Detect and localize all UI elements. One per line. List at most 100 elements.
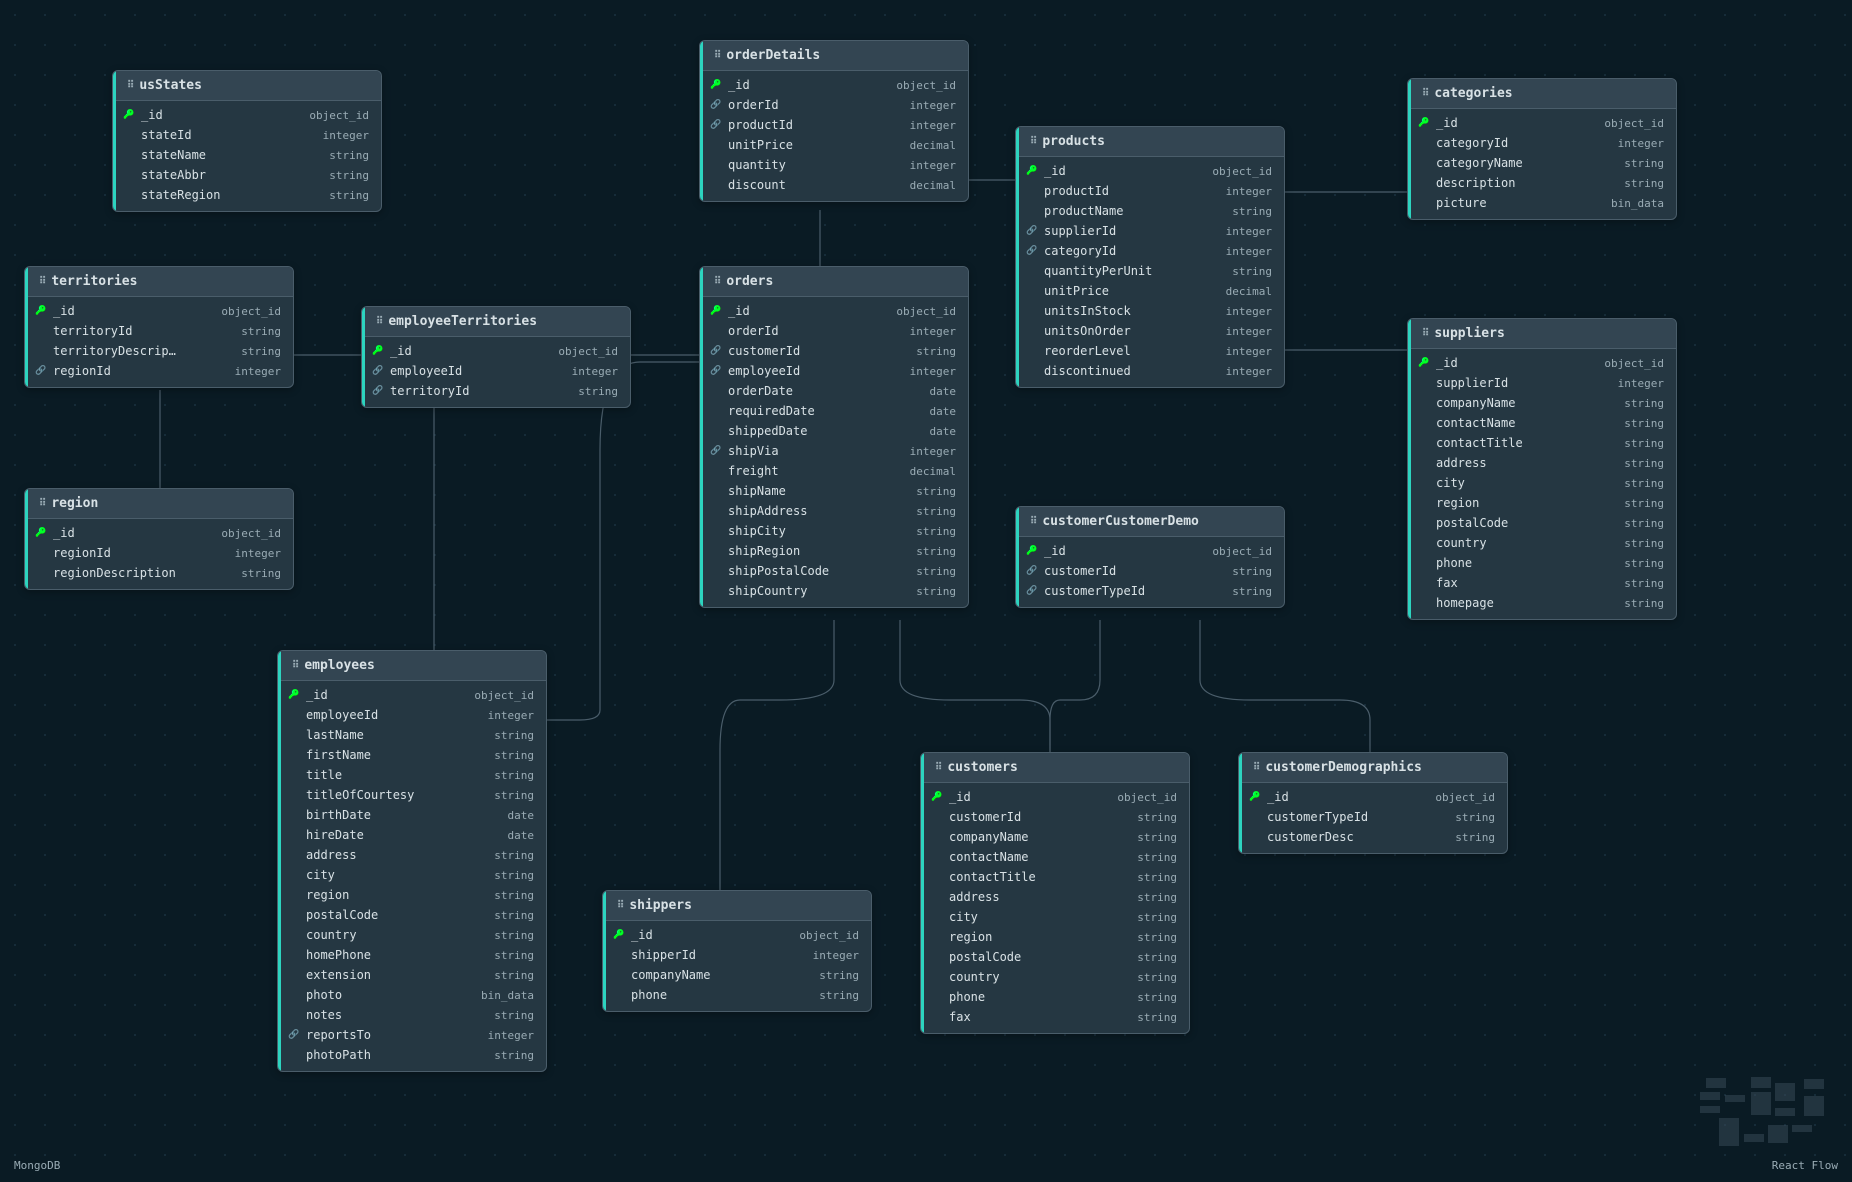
table-column[interactable]: shipNamestring xyxy=(700,481,968,501)
drag-handle-icon[interactable]: ⠿ xyxy=(39,276,45,287)
table-column[interactable]: unitPricedecimal xyxy=(1016,281,1284,301)
table-column[interactable]: firstNamestring xyxy=(278,745,546,765)
table-column[interactable]: 🔗productIdinteger xyxy=(700,115,968,135)
table-column[interactable]: stateRegionstring xyxy=(113,185,381,205)
table-column[interactable]: 🔑_idobject_id xyxy=(700,75,968,95)
table-column[interactable]: freightdecimal xyxy=(700,461,968,481)
table-column[interactable]: phonestring xyxy=(1408,553,1676,573)
table-column[interactable]: homePhonestring xyxy=(278,945,546,965)
table-header[interactable]: ⠿categories xyxy=(1408,79,1676,109)
table-column[interactable]: productIdinteger xyxy=(1016,181,1284,201)
table-column[interactable]: categoryIdinteger xyxy=(1408,133,1676,153)
table-column[interactable]: unitPricedecimal xyxy=(700,135,968,155)
table-column[interactable]: 🔗customerTypeIdstring xyxy=(1016,581,1284,601)
table-orderDetails[interactable]: ⠿orderDetails🔑_idobject_id🔗orderIdintege… xyxy=(699,40,969,202)
table-header[interactable]: ⠿employees xyxy=(278,651,546,681)
table-header[interactable]: ⠿customerCustomerDemo xyxy=(1016,507,1284,537)
drag-handle-icon[interactable]: ⠿ xyxy=(1422,328,1428,339)
table-column[interactable]: companyNamestring xyxy=(603,965,871,985)
table-column[interactable]: shipPostalCodestring xyxy=(700,561,968,581)
table-column[interactable]: 🔑_idobject_id xyxy=(1239,787,1507,807)
table-header[interactable]: ⠿orderDetails xyxy=(700,41,968,71)
table-column[interactable]: extensionstring xyxy=(278,965,546,985)
table-column[interactable]: 🔗reportsTointeger xyxy=(278,1025,546,1045)
table-region[interactable]: ⠿region🔑_idobject_idregionIdintegerregio… xyxy=(24,488,294,590)
table-header[interactable]: ⠿orders xyxy=(700,267,968,297)
table-column[interactable]: 🔑_idobject_id xyxy=(1016,161,1284,181)
table-column[interactable]: countrystring xyxy=(921,967,1189,987)
table-column[interactable]: shipAddressstring xyxy=(700,501,968,521)
table-column[interactable]: customerIdstring xyxy=(921,807,1189,827)
table-column[interactable]: regionDescriptionstring xyxy=(25,563,293,583)
table-column[interactable]: 🔗regionIdinteger xyxy=(25,361,293,381)
table-column[interactable]: addressstring xyxy=(1408,453,1676,473)
table-column[interactable]: citystring xyxy=(1408,473,1676,493)
table-column[interactable]: titlestring xyxy=(278,765,546,785)
table-column[interactable]: shipperIdinteger xyxy=(603,945,871,965)
table-column[interactable]: countrystring xyxy=(278,925,546,945)
table-column[interactable]: contactNamestring xyxy=(921,847,1189,867)
table-column[interactable]: countrystring xyxy=(1408,533,1676,553)
table-column[interactable]: faxstring xyxy=(921,1007,1189,1027)
table-column[interactable]: citystring xyxy=(278,865,546,885)
table-column[interactable]: quantityPerUnitstring xyxy=(1016,261,1284,281)
table-column[interactable]: titleOfCourtesystring xyxy=(278,785,546,805)
table-column[interactable]: homepagestring xyxy=(1408,593,1676,613)
table-orders[interactable]: ⠿orders🔑_idobject_idorderIdinteger🔗custo… xyxy=(699,266,969,608)
table-column[interactable]: shipCitystring xyxy=(700,521,968,541)
table-column[interactable]: citystring xyxy=(921,907,1189,927)
table-column[interactable]: 🔑_idobject_id xyxy=(25,301,293,321)
table-column[interactable]: territoryDescrip…string xyxy=(25,341,293,361)
table-column[interactable]: faxstring xyxy=(1408,573,1676,593)
table-column[interactable]: orderIdinteger xyxy=(700,321,968,341)
table-column[interactable]: stateAbbrstring xyxy=(113,165,381,185)
table-header[interactable]: ⠿territories xyxy=(25,267,293,297)
minimap[interactable] xyxy=(1698,1074,1838,1154)
table-column[interactable]: 🔑_idobject_id xyxy=(603,925,871,945)
table-column[interactable]: quantityinteger xyxy=(700,155,968,175)
table-employees[interactable]: ⠿employees🔑_idobject_idemployeeIdinteger… xyxy=(277,650,547,1072)
table-column[interactable]: companyNamestring xyxy=(1408,393,1676,413)
drag-handle-icon[interactable]: ⠿ xyxy=(127,80,133,91)
table-employeeTerritories[interactable]: ⠿employeeTerritories🔑_idobject_id🔗employ… xyxy=(361,306,631,408)
table-column[interactable]: notesstring xyxy=(278,1005,546,1025)
table-column[interactable]: requiredDatedate xyxy=(700,401,968,421)
table-column[interactable]: stateIdinteger xyxy=(113,125,381,145)
drag-handle-icon[interactable]: ⠿ xyxy=(1422,88,1428,99)
table-column[interactable]: orderDatedate xyxy=(700,381,968,401)
table-column[interactable]: discontinuedinteger xyxy=(1016,361,1284,381)
table-column[interactable]: regionstring xyxy=(278,885,546,905)
table-column[interactable]: shipRegionstring xyxy=(700,541,968,561)
table-customerDemographics[interactable]: ⠿customerDemographics🔑_idobject_idcustom… xyxy=(1238,752,1508,854)
table-column[interactable]: regionIdinteger xyxy=(25,543,293,563)
table-column[interactable]: postalCodestring xyxy=(278,905,546,925)
table-column[interactable]: customerDescstring xyxy=(1239,827,1507,847)
table-column[interactable]: productNamestring xyxy=(1016,201,1284,221)
table-column[interactable]: photobin_data xyxy=(278,985,546,1005)
table-column[interactable]: hireDatedate xyxy=(278,825,546,845)
table-categories[interactable]: ⠿categories 🔑_idobject_idcategoryIdintege… xyxy=(1407,78,1677,220)
table-column[interactable]: postalCodestring xyxy=(1408,513,1676,533)
table-column[interactable]: discountdecimal xyxy=(700,175,968,195)
table-column[interactable]: 🔗territoryIdstring xyxy=(362,381,630,401)
table-column[interactable]: supplierIdinteger xyxy=(1408,373,1676,393)
drag-handle-icon[interactable]: ⠿ xyxy=(1253,762,1259,773)
table-column[interactable]: photoPathstring xyxy=(278,1045,546,1065)
drag-handle-icon[interactable]: ⠿ xyxy=(935,762,941,773)
table-column[interactable]: regionstring xyxy=(921,927,1189,947)
table-column[interactable]: 🔗categoryIdinteger xyxy=(1016,241,1284,261)
table-header[interactable]: ⠿usStates xyxy=(113,71,381,101)
table-column[interactable]: addressstring xyxy=(921,887,1189,907)
table-territories[interactable]: ⠿territories🔑_idobject_idterritoryIdstri… xyxy=(24,266,294,388)
drag-handle-icon[interactable]: ⠿ xyxy=(292,660,298,671)
table-column[interactable]: 🔑_idobject_id xyxy=(1408,113,1676,133)
drag-handle-icon[interactable]: ⠿ xyxy=(714,50,720,61)
table-column[interactable]: contactNamestring xyxy=(1408,413,1676,433)
table-column[interactable]: shipCountrystring xyxy=(700,581,968,601)
table-column[interactable]: 🔗customerIdstring xyxy=(1016,561,1284,581)
table-header[interactable]: ⠿region xyxy=(25,489,293,519)
drag-handle-icon[interactable]: ⠿ xyxy=(376,316,382,327)
drag-handle-icon[interactable]: ⠿ xyxy=(1030,516,1036,527)
table-header[interactable]: ⠿products xyxy=(1016,127,1284,157)
table-customers[interactable]: ⠿customers🔑_idobject_idcustomerIdstringc… xyxy=(920,752,1190,1034)
